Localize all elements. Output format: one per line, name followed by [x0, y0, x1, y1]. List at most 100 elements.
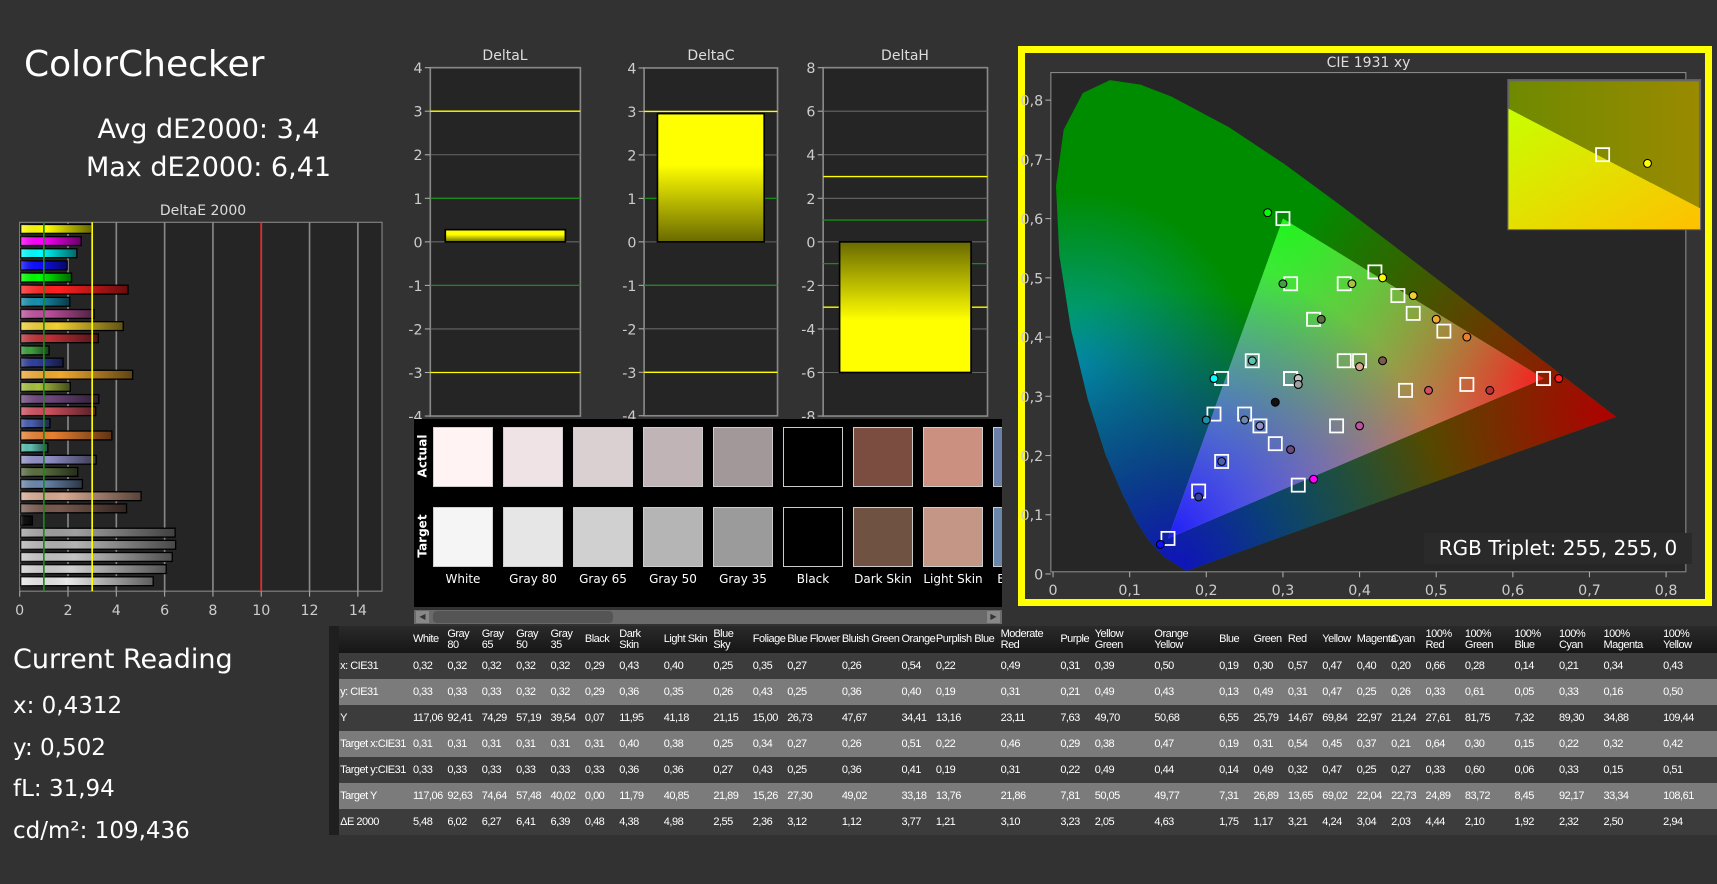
- actual-point-foliage: [1316, 314, 1326, 324]
- table-cell: 23,11: [999, 705, 1060, 731]
- table-row: Target x:CIE31 0,31 0,31 0,31 0,31 0,31 0,31 0,…: [329, 731, 1717, 757]
- column-header[interactable]: Red: [1286, 626, 1322, 653]
- table-cell: 0,00: [583, 783, 619, 809]
- de-bar-shade: [20, 564, 167, 574]
- column-header[interactable]: 100% Magenta: [1602, 626, 1663, 653]
- column-header[interactable]: Orange: [900, 626, 936, 653]
- table-cell: 0,26: [840, 731, 901, 757]
- de-bar-shade: [20, 491, 142, 501]
- column-header[interactable]: 100% Blue: [1513, 626, 1558, 653]
- column-header[interactable]: Magenta: [1355, 626, 1397, 653]
- table-cell: 0,19: [934, 679, 1000, 705]
- column-header[interactable]: Blue Sky: [712, 626, 752, 653]
- swatch-scrollbar[interactable]: ◀ ▶: [414, 610, 1002, 624]
- column-header[interactable]: Gray 35: [549, 626, 584, 653]
- column-header[interactable]: Bluish Green: [840, 626, 901, 653]
- de-bar-shade: [20, 431, 112, 440]
- actual-point-100-green: [1263, 208, 1273, 218]
- actual-point-black: [1270, 397, 1280, 407]
- table-cell: 0,33: [1424, 757, 1464, 783]
- column-header[interactable]: Light Skin: [662, 626, 713, 653]
- column-header[interactable]: 100% Yellow: [1662, 626, 1717, 653]
- row-label: Target x:CIE31: [339, 731, 412, 757]
- actual-point-bluish-green: [1247, 356, 1257, 366]
- y-tick-label: 0,7: [1021, 153, 1044, 169]
- table-cell: 0,27: [712, 757, 752, 783]
- scroll-right-arrow-icon[interactable]: ▶: [987, 611, 1000, 623]
- column-header[interactable]: Dark Skin: [618, 626, 663, 653]
- column-header[interactable]: Foliage: [751, 626, 787, 653]
- table-cell: 27,30: [786, 783, 841, 809]
- table-cell: 14,67: [1286, 705, 1322, 731]
- y-tick-label: 0,8: [1021, 94, 1044, 110]
- column-header[interactable]: Green: [1252, 626, 1287, 653]
- table-cell: 49,02: [840, 783, 901, 809]
- table-cell: 40,02: [549, 783, 584, 809]
- column-header[interactable]: Orange Yellow: [1153, 626, 1219, 653]
- table-cell: 92,41: [446, 705, 481, 731]
- actual-point-green: [1278, 279, 1288, 289]
- column-header[interactable]: Cyan: [1390, 626, 1425, 653]
- column-header[interactable]: Purplish Blue: [934, 626, 1000, 653]
- table-cell: 7,63: [1059, 705, 1094, 731]
- table-cell: 0,16: [1602, 679, 1663, 705]
- table-cell: 0,05: [1513, 679, 1558, 705]
- column-header[interactable]: Gray 65: [480, 626, 516, 653]
- table-cell: 0,60: [1463, 757, 1514, 783]
- table-cell: 6,02: [446, 809, 481, 835]
- table-cell: 21,89: [712, 783, 752, 809]
- de-bar-shade: [20, 503, 127, 513]
- x-tick-label: 2: [63, 603, 72, 619]
- table-cell: 0,31: [1252, 731, 1287, 757]
- scroll-left-arrow-icon[interactable]: ◀: [416, 611, 429, 623]
- table-cell: 6,41: [515, 809, 550, 835]
- table-cell: 0,14: [1513, 653, 1558, 679]
- table-cell: 7,81: [1059, 783, 1094, 809]
- avg-de2000: Avg dE2000: 3,4: [97, 114, 320, 145]
- column-header[interactable]: Blue: [1218, 626, 1253, 653]
- de-bar-shade: [20, 309, 95, 319]
- column-header[interactable]: White: [411, 626, 447, 653]
- column-header[interactable]: Blue Flower: [786, 626, 841, 653]
- table-cell: 0,20: [1390, 653, 1425, 679]
- table-cell: 0,49: [1252, 757, 1287, 783]
- column-header[interactable]: Yellow: [1321, 626, 1356, 653]
- column-header[interactable]: Gray 50: [515, 626, 550, 653]
- table-cell: 0,40: [618, 731, 663, 757]
- table-cell: 0,48: [583, 809, 619, 835]
- column-header[interactable]: Moderate Red: [999, 626, 1060, 653]
- table-cell: 0,31: [1286, 679, 1322, 705]
- table-row: Target y:CIE31 0,33 0,33 0,33 0,33 0,33 0,33 0,…: [329, 757, 1717, 783]
- y-tick-label: 0,2: [1021, 449, 1044, 465]
- de-bar-shade: [20, 467, 78, 477]
- column-header[interactable]: 100% Red: [1424, 626, 1464, 653]
- table-cell: 13,76: [934, 783, 1000, 809]
- table-cell: 0,33: [411, 757, 447, 783]
- table-cell: 4,24: [1321, 809, 1356, 835]
- column-header[interactable]: Gray 80: [446, 626, 481, 653]
- y-tick-label: 1: [627, 192, 636, 208]
- de-bar-shade: [20, 273, 72, 282]
- table-cell: 1,21: [934, 809, 1000, 835]
- y-tick-label: -6: [801, 366, 815, 382]
- table-cell: 0,33: [480, 757, 516, 783]
- row-strip: [329, 626, 340, 653]
- inset-actual-point: [1643, 158, 1652, 168]
- column-header[interactable]: 100% Green: [1463, 626, 1514, 653]
- x-tick-label: 0,1: [1118, 583, 1141, 599]
- table-cell: 0,57: [1286, 653, 1322, 679]
- table-cell: 2,05: [1093, 809, 1154, 835]
- target-swatch: [713, 507, 773, 567]
- table-cell: 0,34: [1602, 653, 1663, 679]
- table-cell: 0,51: [1662, 757, 1717, 783]
- column-header[interactable]: Purple: [1059, 626, 1094, 653]
- scrollbar-thumb[interactable]: [433, 611, 613, 623]
- swatch-label: Light Skin: [923, 572, 983, 586]
- column-header[interactable]: Black: [583, 626, 619, 653]
- column-header[interactable]: Yellow Green: [1093, 626, 1154, 653]
- deltal-chart: -4-3-2-101234: [408, 61, 582, 426]
- column-header[interactable]: 100% Cyan: [1557, 626, 1603, 653]
- delta-bar: [838, 241, 972, 374]
- table-cell: 0,36: [618, 679, 663, 705]
- table-cell: 108,61: [1662, 783, 1717, 809]
